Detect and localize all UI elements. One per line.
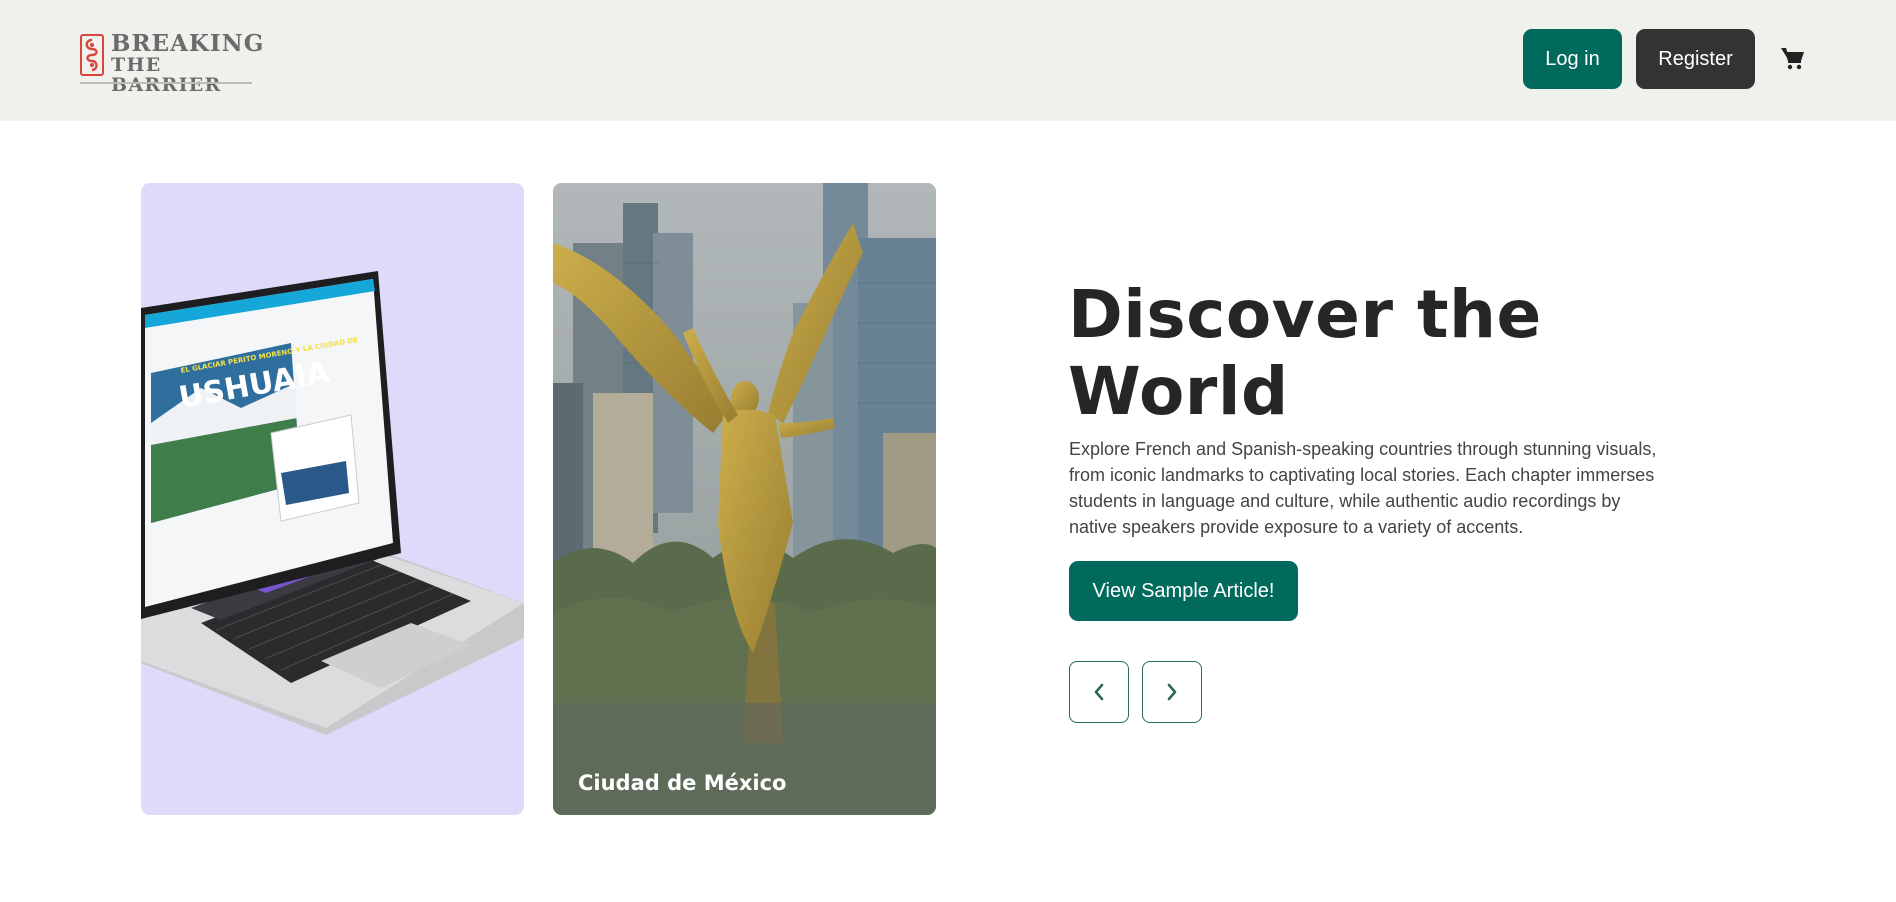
logo-line-2: THE BARRIER [111,54,222,96]
laptop-illustration: USHUAIA EL GLACIAR PERITO MORENO Y LA CI… [141,271,524,735]
logo-underline [80,82,252,84]
carousel-prev-button[interactable] [1069,661,1129,723]
site-logo[interactable]: BREAKING THE BARRIER [80,32,263,95]
carousel-next-button[interactable] [1142,661,1202,723]
chevron-right-icon [1167,683,1177,701]
register-button[interactable]: Register [1636,29,1755,89]
cart-icon[interactable] [1780,45,1806,71]
logo-line-1: BREAKING [111,30,265,57]
mexico-city-photo [553,183,936,815]
card-mexico-city[interactable]: Ciudad de México [553,183,936,815]
login-button[interactable]: Log in [1523,29,1622,89]
site-header: BREAKING THE BARRIER Log in Register [0,0,1896,121]
card-caption: Ciudad de México [578,771,787,795]
hero-title: Discover the World [1068,276,1542,430]
chevron-left-icon [1094,683,1104,701]
logo-wordmark: BREAKING THE BARRIER [111,32,264,95]
card-laptop-preview[interactable]: USHUAIA EL GLACIAR PERITO MORENO Y LA CI… [141,183,524,815]
logo-emblem-icon [80,34,104,76]
hero-description: Explore French and Spanish-speaking coun… [1069,439,1657,537]
view-sample-article-button[interactable]: View Sample Article! [1069,561,1298,621]
